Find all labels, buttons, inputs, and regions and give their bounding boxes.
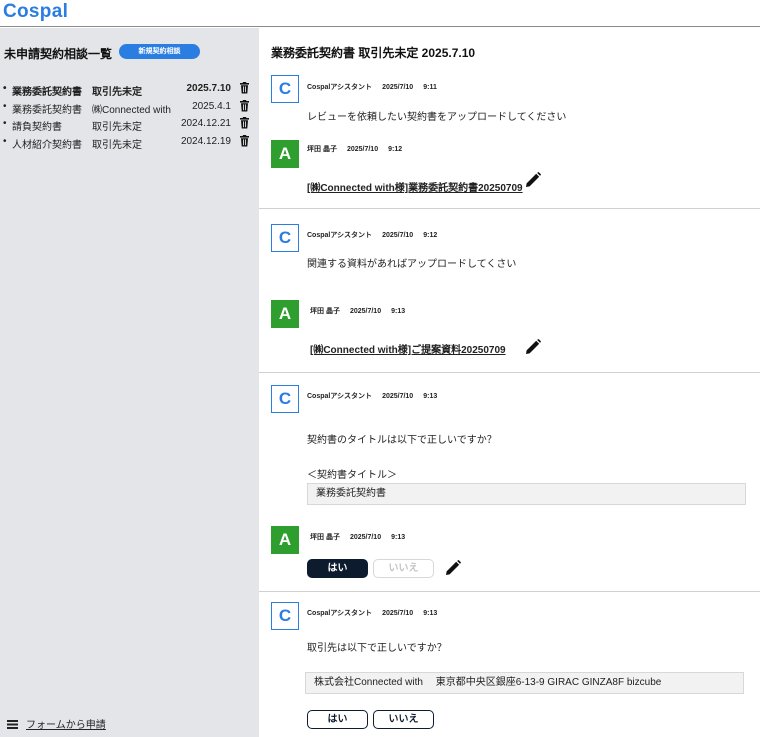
message-time: 9:13 bbox=[423, 610, 438, 617]
message-meta: Cospalアシスタント 2025/7/10 9:13 bbox=[307, 608, 447, 618]
message-text: レビューを依頼したい契約書をアップロードしてください bbox=[307, 112, 567, 123]
sender-name: 坪田 晶子 bbox=[310, 534, 340, 541]
pencil-icon[interactable] bbox=[526, 339, 541, 354]
sender-name: Cospalアシスタント bbox=[307, 610, 373, 617]
message-meta: 坪田 晶子 2025/7/10 9:13 bbox=[310, 532, 415, 542]
divider bbox=[259, 372, 760, 373]
list-bullet: • bbox=[3, 83, 7, 94]
list-item[interactable]: • 業務委託契約書 取引先未定 2025.7.10 bbox=[3, 82, 255, 100]
list-bullet: • bbox=[3, 135, 7, 147]
message-time: 9:13 bbox=[391, 534, 406, 541]
message-text: 取引先は以下で正しいですか？ bbox=[307, 643, 447, 654]
cospal-logo[interactable]: Cospal bbox=[3, 1, 68, 23]
uploaded-file-link[interactable]: [㈱Connected with様]業務委託契約書20250709 bbox=[307, 179, 523, 194]
list-bullet: • bbox=[3, 118, 7, 129]
message-text: 契約書のタイトルは以下で正しいですか？ bbox=[307, 435, 497, 446]
message-time: 9:13 bbox=[391, 308, 406, 315]
message-text: 関連する資料があればアップロードしてくさい bbox=[307, 259, 517, 270]
message-time: 9:13 bbox=[423, 393, 438, 400]
sender-name: 坪田 晶子 bbox=[307, 146, 337, 153]
message-time: 9:12 bbox=[388, 146, 403, 153]
yes-button[interactable]: はい bbox=[307, 710, 368, 729]
contract-date: 2024.12.19 bbox=[180, 135, 231, 147]
list-item[interactable]: • 人材紹介契約書 取引先未定 2024.12.19 bbox=[3, 134, 255, 153]
contract-party: ㈱Connected with bbox=[92, 104, 171, 116]
app-header: Cospal bbox=[0, 0, 760, 27]
no-button[interactable]: いいえ bbox=[373, 710, 434, 729]
contract-title-label: ＜契約書タイトル＞ bbox=[307, 470, 397, 481]
user-avatar: A bbox=[271, 140, 299, 168]
apply-from-form-link[interactable]: フォームから申請 bbox=[7, 716, 106, 731]
contract-party: 取引先未定 bbox=[92, 87, 142, 98]
message-time: 9:12 bbox=[423, 232, 438, 239]
form-link-label: フォームから申請 bbox=[26, 720, 106, 731]
message-meta: 坪田 晶子 2025/7/10 9:12 bbox=[307, 144, 412, 154]
message-meta: Cospalアシスタント 2025/7/10 9:11 bbox=[307, 82, 447, 92]
trash-icon[interactable] bbox=[239, 134, 250, 147]
divider bbox=[259, 591, 760, 592]
message-date: 2025/7/10 bbox=[382, 232, 414, 239]
message-meta: 坪田 晶子 2025/7/10 9:13 bbox=[310, 306, 415, 316]
sidebar: 未申請契約相談一覧 新規契約相談 • 業務委託契約書 取引先未定 2025.7.… bbox=[0, 28, 259, 737]
message-date: 2025/7/10 bbox=[382, 393, 414, 400]
assistant-avatar: C bbox=[271, 602, 299, 630]
message-time: 9:11 bbox=[423, 84, 437, 91]
assistant-avatar: C bbox=[271, 224, 299, 252]
list-item[interactable]: • 業務委託契約書 ㈱Connected with 2025.4.1 bbox=[3, 99, 255, 118]
assistant-avatar: C bbox=[271, 75, 299, 103]
contract-title-value: 業務委託契約書 bbox=[307, 483, 746, 505]
client-value: 株式会社Connected with 東京都中央区銀座6-13-9 GIRAC … bbox=[305, 672, 744, 694]
message-meta: Cospalアシスタント 2025/7/10 9:13 bbox=[307, 391, 447, 401]
contract-name: 請負契約書 bbox=[12, 122, 62, 133]
chat-panel: 業務委託契約書 取引先未定 2025.7.10 C Cospalアシスタント 20… bbox=[259, 28, 760, 737]
contract-name: 業務委託契約書 bbox=[12, 104, 82, 116]
message-date: 2025/7/10 bbox=[346, 146, 379, 153]
message-date: 2025/7/10 bbox=[382, 610, 414, 617]
message-date: 2025/7/10 bbox=[382, 84, 414, 91]
sender-name: Cospalアシスタント bbox=[307, 393, 373, 400]
page-title: 業務委託契約書 取引先未定 2025.7.10 bbox=[271, 46, 476, 60]
sender-name: Cospalアシスタント bbox=[307, 232, 373, 239]
message-meta: Cospalアシスタント 2025/7/10 9:12 bbox=[307, 230, 447, 240]
contract-date: 2024.12.21 bbox=[180, 118, 231, 129]
user-avatar: A bbox=[271, 300, 299, 328]
contract-name: 人材紹介契約書 bbox=[12, 139, 82, 151]
pencil-icon[interactable] bbox=[446, 560, 461, 575]
contract-name: 業務委託契約書 bbox=[12, 87, 82, 98]
message-date: 2025/7/10 bbox=[349, 534, 382, 541]
contract-date: 2025.4.1 bbox=[192, 100, 231, 112]
consultation-list: • 業務委託契約書 取引先未定 2025.7.10 • 業務委託契約書 ㈱Con… bbox=[3, 82, 255, 152]
divider bbox=[259, 208, 760, 209]
trash-icon[interactable] bbox=[239, 99, 250, 112]
message-date: 2025/7/10 bbox=[349, 308, 382, 315]
no-button[interactable]: いいえ bbox=[373, 559, 434, 578]
pencil-icon[interactable] bbox=[526, 172, 541, 187]
trash-icon[interactable] bbox=[239, 117, 250, 129]
yes-button[interactable]: はい bbox=[307, 559, 368, 578]
list-bullet: • bbox=[3, 100, 7, 112]
user-avatar: A bbox=[271, 526, 299, 554]
new-consultation-button[interactable]: 新規契約相談 bbox=[119, 44, 200, 59]
assistant-avatar: C bbox=[271, 385, 299, 413]
uploaded-file-link[interactable]: [㈱Connected with様]ご提案資料20250709 bbox=[310, 341, 506, 356]
contract-party: 取引先未定 bbox=[92, 122, 142, 133]
list-item[interactable]: • 請負契約書 取引先未定 2024.12.21 bbox=[3, 117, 255, 135]
list-icon bbox=[7, 720, 18, 729]
sidebar-title: 未申請契約相談一覧 bbox=[4, 47, 113, 61]
trash-icon[interactable] bbox=[239, 82, 250, 94]
contract-date: 2025.7.10 bbox=[186, 83, 232, 94]
sender-name: 坪田 晶子 bbox=[310, 308, 340, 315]
sender-name: Cospalアシスタント bbox=[307, 84, 373, 91]
contract-party: 取引先未定 bbox=[92, 139, 142, 151]
